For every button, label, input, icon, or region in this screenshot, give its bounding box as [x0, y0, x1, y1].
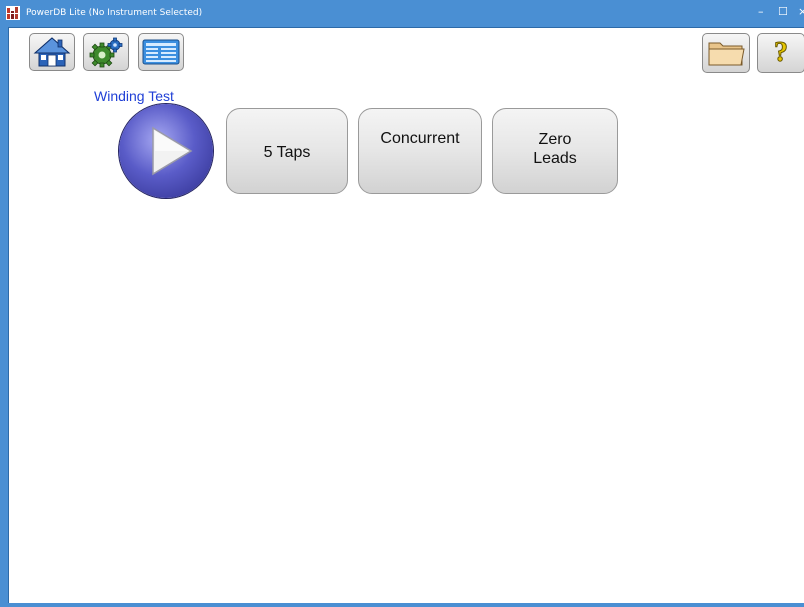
folder-icon [708, 42, 745, 66]
window-title: PowerDB Lite (No Instrument Selected) [26, 8, 203, 18]
winding-test-play-button[interactable] [119, 104, 213, 198]
settings-button[interactable] [83, 33, 129, 71]
gear-icon [89, 37, 123, 68]
home-icon [33, 37, 71, 67]
close-button[interactable]: × [798, 6, 804, 18]
concurrent-button[interactable]: Concurrent [358, 108, 482, 194]
zero-leads-button[interactable]: Zero Leads [492, 108, 618, 194]
app-window: PowerDB Lite (No Instrument Selected) – … [0, 0, 804, 607]
minimize-button[interactable]: – [758, 6, 764, 18]
window-left-border [0, 27, 8, 607]
zero-leads-label: Zero Leads [533, 131, 577, 167]
concurrent-label: Concurrent [380, 130, 460, 147]
help-button[interactable]: ? [757, 33, 804, 73]
winding-test-label: Winding Test [94, 88, 174, 104]
client-top-border [8, 27, 804, 28]
five-taps-button[interactable]: 5 Taps [226, 108, 348, 194]
window-left-border-line [8, 27, 9, 607]
instrument-button[interactable] [138, 33, 184, 71]
app-logo-icon [6, 6, 20, 20]
instrument-card-icon [142, 39, 180, 65]
maximize-button[interactable]: ☐ [778, 6, 788, 18]
five-taps-label: 5 Taps [263, 144, 311, 161]
window-bottom-border [0, 603, 804, 607]
title-bar[interactable]: PowerDB Lite (No Instrument Selected) – … [0, 0, 804, 27]
open-folder-button[interactable] [702, 33, 750, 73]
help-icon: ? [774, 37, 789, 69]
play-icon [152, 126, 193, 176]
home-button[interactable] [29, 33, 75, 71]
